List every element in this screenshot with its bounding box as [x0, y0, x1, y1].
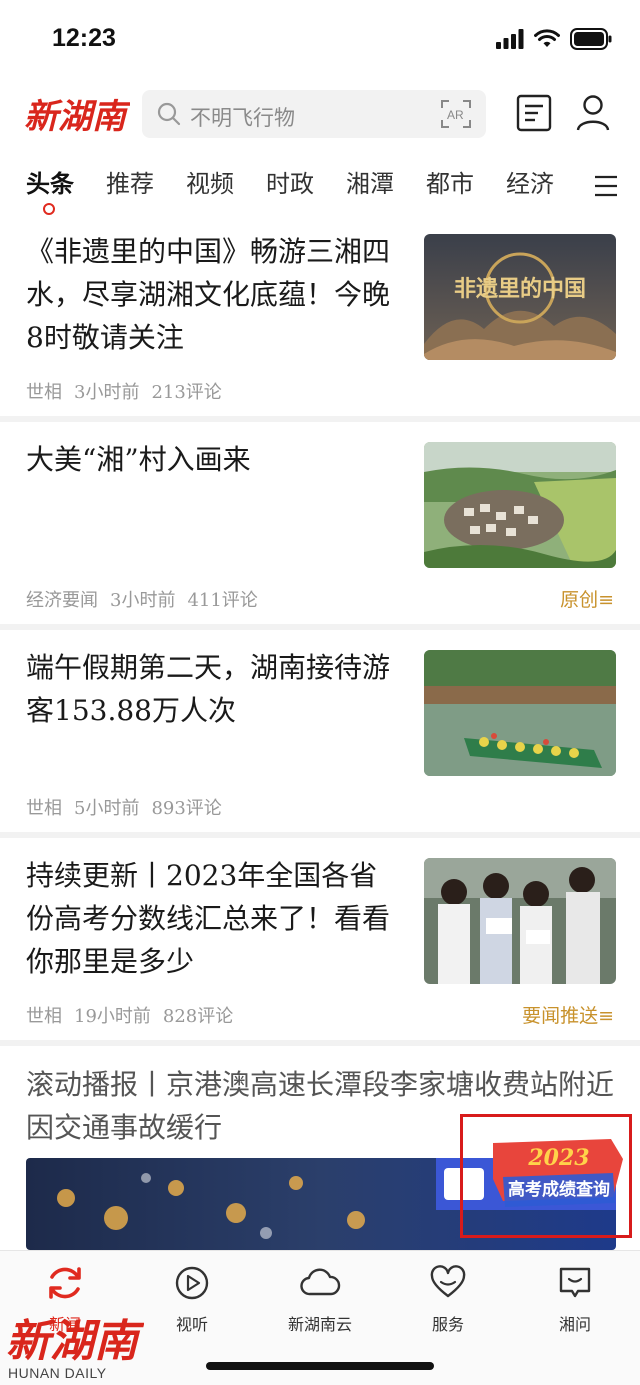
status-bar: 12:23: [0, 0, 640, 80]
user-profile-icon[interactable]: [576, 94, 610, 132]
news-thumbnail[interactable]: [424, 442, 616, 568]
tabbar-label: 视听: [175, 1315, 208, 1334]
battery-icon: [570, 28, 612, 50]
status-time: 12:23: [52, 24, 116, 52]
news-comments: 411评论: [187, 590, 258, 611]
ar-label: AR: [447, 108, 464, 122]
news-time: 3小时前: [110, 590, 176, 611]
cellular-signal-icon: [496, 29, 524, 49]
news-comments: 828评论: [162, 1006, 234, 1027]
status-icons: [496, 28, 612, 50]
logo-text: 新湖南: [24, 97, 130, 137]
news-thumbnail[interactable]: [424, 650, 616, 776]
active-tab-indicator: [43, 203, 55, 215]
news-thumbnail[interactable]: 非遗里的中国: [424, 234, 616, 360]
news-title[interactable]: 《非遗里的中国》畅游三湘四水，尽享湖湘文化底蕴！今晚8时敬请关注: [26, 230, 396, 359]
tab-economy[interactable]: 经济: [506, 164, 554, 199]
heart-icon: [430, 1265, 466, 1298]
news-tag-original: 原创≡: [560, 589, 614, 611]
chat-icon: [559, 1267, 591, 1298]
search-placeholder: 不明飞行物: [190, 106, 295, 130]
watermark-subtext: HUNAN DAILY: [8, 1365, 107, 1381]
watermark-logo-text: 新湖南: [6, 1316, 144, 1367]
tabbar-label: 湘问: [558, 1315, 591, 1334]
news-source: 经济要闻: [26, 590, 98, 611]
tabbar-xiangwen[interactable]: 湘问: [520, 1263, 630, 1335]
news-time: 19小时前: [74, 1006, 151, 1027]
news-thumbnail[interactable]: [424, 858, 616, 984]
tabbar-label: 新湖南云: [287, 1315, 352, 1334]
news-source: 世相: [26, 1006, 62, 1027]
tab-politics[interactable]: 时政: [266, 164, 314, 199]
home-indicator[interactable]: [206, 1362, 434, 1370]
news-meta: 经济要闻 3小时前 411评论: [26, 586, 270, 612]
news-title[interactable]: 大美“湘”村入画来: [26, 438, 396, 481]
refresh-icon: [49, 1267, 81, 1299]
news-comments: 893评论: [151, 798, 222, 819]
tab-recommend[interactable]: 推荐: [106, 164, 154, 199]
play-circle-icon: [175, 1266, 209, 1300]
wifi-icon: [534, 29, 560, 47]
search-icon: [157, 102, 181, 126]
news-item[interactable]: 持续更新丨2023年全国各省份高考分数线汇总来了！看看你那里是多少 世相 19小时…: [0, 838, 640, 1040]
news-comments: 213评论: [151, 382, 222, 403]
news-source: 世相: [26, 382, 62, 403]
header: 新湖南 不明飞行物 AR: [0, 86, 640, 142]
tab-xiangtan[interactable]: 湘潭: [346, 164, 394, 199]
tabbar-cloud[interactable]: 新湖南云: [265, 1263, 375, 1335]
newspaper-icon[interactable]: [516, 94, 552, 132]
news-time: 3小时前: [74, 382, 140, 403]
channel-menu-icon[interactable]: [594, 174, 618, 198]
tab-city[interactable]: 都市: [426, 164, 474, 199]
tabbar-label: 服务: [431, 1315, 464, 1334]
search-bar[interactable]: 不明飞行物 AR: [142, 90, 486, 138]
news-item[interactable]: 端午假期第二天，湖南接待游客153.88万人次 世相 5小时前 893评论: [0, 630, 640, 832]
news-meta: 世相 3小时前 213评论: [26, 378, 234, 404]
news-source: 世相: [26, 798, 62, 819]
news-meta: 世相 5小时前 893评论: [26, 794, 234, 820]
divider: [0, 1040, 640, 1046]
news-item[interactable]: 大美“湘”村入画来 经济要闻 3小时前 411评论 原创≡: [0, 422, 640, 624]
cloud-icon: [300, 1268, 341, 1296]
tabbar-services[interactable]: 服务: [393, 1263, 503, 1335]
news-tag-push: 要闻推送≡: [522, 1005, 614, 1027]
xinhunan-logo[interactable]: 新湖南: [22, 88, 130, 138]
news-time: 5小时前: [74, 798, 140, 819]
tab-headlines[interactable]: 头条: [26, 164, 74, 199]
tabbar-audio-video[interactable]: 视听: [137, 1263, 247, 1335]
tab-video[interactable]: 视频: [186, 164, 234, 199]
gaokao-score-badge[interactable]: 2023 高考成绩查询: [460, 1114, 632, 1238]
news-title[interactable]: 端午假期第二天，湖南接待游客153.88万人次: [26, 646, 396, 732]
channel-tabs: 头条 推荐 视频 时政 湘潭 都市 经济: [0, 164, 640, 214]
badge-label: 高考成绩查询: [508, 1179, 610, 1200]
thumbnail-title-text: 非遗里的中国: [454, 276, 586, 302]
news-meta: 世相 19小时前 828评论: [26, 1002, 245, 1028]
badge-year: 2023: [527, 1145, 589, 1171]
ar-scan-icon[interactable]: AR: [440, 99, 472, 129]
news-title[interactable]: 持续更新丨2023年全国各省份高考分数线汇总来了！看看你那里是多少: [26, 854, 396, 983]
news-item[interactable]: 《非遗里的中国》畅游三湘四水，尽享湖湘文化底蕴！今晚8时敬请关注 非遗里的中国 …: [0, 222, 640, 416]
